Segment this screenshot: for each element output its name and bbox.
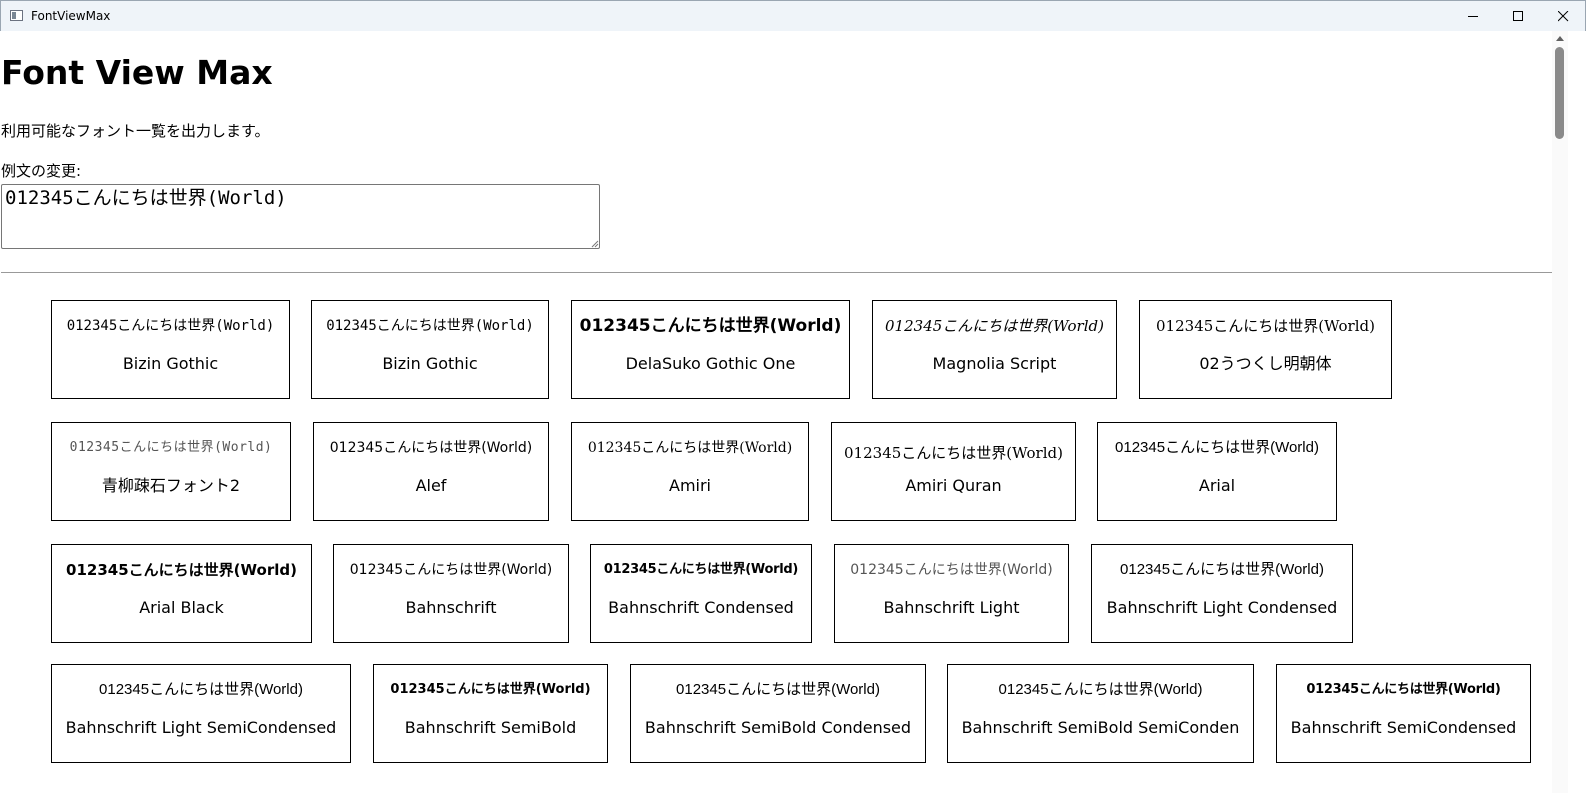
font-sample: 012345こんにちは世界(World): [390, 682, 591, 697]
font-sample: 012345こんにちは世界(World): [676, 681, 880, 698]
app-icon: [10, 10, 23, 21]
close-icon: [1558, 11, 1569, 22]
font-name: Bahnschrift Light Condensed: [1106, 598, 1338, 617]
font-name: Bahnschrift Light: [883, 598, 1020, 617]
font-name: DelaSuko Gothic One: [625, 354, 796, 373]
sample-text-label: 例文の変更:: [1, 162, 82, 180]
close-button[interactable]: [1540, 1, 1586, 32]
sample-text-input[interactable]: 012345こんにちは世界(World): [1, 184, 600, 249]
font-sample: 012345こんにちは世界(World): [579, 316, 842, 336]
font-sample: 012345こんにちは世界(World): [844, 444, 1063, 462]
font-name: 02うつくし明朝体: [1199, 354, 1332, 373]
font-sample: 012345こんにちは世界(World): [1115, 439, 1319, 456]
font-card: 012345こんにちは世界(World) Bahnschrift Condens…: [590, 544, 812, 643]
font-name: 青柳疎石フォント2: [101, 476, 241, 495]
font-name: Bizin Gothic: [122, 354, 219, 373]
font-name: Magnolia Script: [932, 354, 1057, 373]
font-sample: 012345こんにちは世界(World): [69, 440, 273, 455]
page-title: Font View Max: [1, 53, 273, 92]
scroll-up-icon[interactable]: [1556, 36, 1564, 41]
font-name: Arial: [1198, 476, 1236, 495]
font-card: 012345こんにちは世界(World) Magnolia Script: [872, 300, 1117, 399]
font-name: Alef: [415, 476, 447, 495]
font-name: Bahnschrift SemiCondensed: [1290, 718, 1517, 737]
vertical-scrollbar[interactable]: [1552, 31, 1568, 793]
font-card: 012345こんにちは世界(World) Bahnschrift SemiBol…: [947, 664, 1254, 763]
font-sample: 012345こんにちは世界(World): [66, 561, 297, 579]
font-sample: 012345こんにちは世界(World): [329, 440, 533, 456]
font-card: 012345こんにちは世界(World) Amiri: [571, 422, 809, 521]
font-sample: 012345こんにちは世界(World): [885, 317, 1104, 335]
font-card: 012345こんにちは世界(World) Bahnschrift SemiBol…: [373, 664, 608, 763]
font-name: Bahnschrift: [405, 598, 497, 617]
maximize-button[interactable]: [1495, 1, 1541, 32]
font-sample: 012345こんにちは世界(World): [99, 681, 303, 698]
font-card: 012345こんにちは世界(World) Alef: [313, 422, 549, 521]
font-name: Bahnschrift SemiBold SemiConden: [961, 718, 1240, 737]
font-card: 012345こんにちは世界(World) Bizin Gothic: [311, 300, 549, 399]
font-card: 012345こんにちは世界(World) 青柳疎石フォント2: [51, 422, 291, 521]
font-sample: 012345こんにちは世界(World): [998, 681, 1203, 698]
font-card: 012345こんにちは世界(World) Bahnschrift Light: [834, 544, 1069, 643]
font-sample: 012345こんにちは世界(World): [1306, 682, 1501, 697]
font-sample: 012345こんにちは世界(World): [349, 562, 553, 578]
font-card: 012345こんにちは世界(World) Bizin Gothic: [51, 300, 290, 399]
font-card: 012345こんにちは世界(World) Bahnschrift SemiCon…: [1276, 664, 1531, 763]
font-card: 012345こんにちは世界(World) 02うつくし明朝体: [1139, 300, 1392, 399]
font-card: 012345こんにちは世界(World) Bahnschrift Light C…: [1091, 544, 1353, 643]
minimize-button[interactable]: [1450, 1, 1496, 32]
font-card: 012345こんにちは世界(World) Bahnschrift SemiBol…: [630, 664, 926, 763]
divider: [1, 272, 1552, 273]
font-card: 012345こんにちは世界(World) Bahnschrift Light S…: [51, 664, 351, 763]
font-name: Bizin Gothic: [382, 354, 478, 373]
font-name: Bahnschrift SemiBold: [404, 718, 577, 737]
font-sample: 012345こんにちは世界(World): [850, 562, 1053, 578]
font-card: 012345こんにちは世界(World) Amiri Quran: [831, 422, 1076, 521]
font-sample: 012345こんにちは世界(World): [1156, 317, 1375, 335]
font-card: 012345こんにちは世界(World) Arial Black: [51, 544, 312, 643]
page-description: 利用可能なフォント一覧を出力します。: [1, 122, 270, 140]
font-name: Bahnschrift Condensed: [608, 598, 794, 617]
title-bar: FontViewMax: [0, 0, 1586, 31]
font-card: 012345こんにちは世界(World) Bahnschrift: [333, 544, 569, 643]
font-card: 012345こんにちは世界(World) Arial: [1097, 422, 1337, 521]
minimize-icon: [1468, 16, 1478, 17]
font-name: Arial Black: [139, 598, 224, 617]
font-name: Amiri: [669, 476, 711, 495]
page-content: Font View Max 利用可能なフォント一覧を出力します。 例文の変更: …: [1, 31, 1552, 793]
scroll-thumb[interactable]: [1555, 47, 1564, 139]
maximize-icon: [1513, 11, 1523, 21]
font-name: Bahnschrift Light SemiCondensed: [65, 718, 337, 737]
font-sample: 012345こんにちは世界(World): [66, 318, 275, 334]
font-sample: 012345こんにちは世界(World): [326, 318, 534, 334]
window-title: FontViewMax: [31, 9, 111, 23]
resize-grip-icon[interactable]: [590, 239, 599, 248]
font-sample: 012345こんにちは世界(World): [603, 562, 799, 577]
font-name: Bahnschrift SemiBold Condensed: [644, 718, 912, 737]
font-card: 012345こんにちは世界(World) DelaSuko Gothic One: [571, 300, 850, 399]
font-sample: 012345こんにちは世界(World): [587, 440, 793, 456]
font-name: Amiri Quran: [905, 476, 1002, 495]
font-sample: 012345こんにちは世界(World): [1120, 561, 1324, 578]
